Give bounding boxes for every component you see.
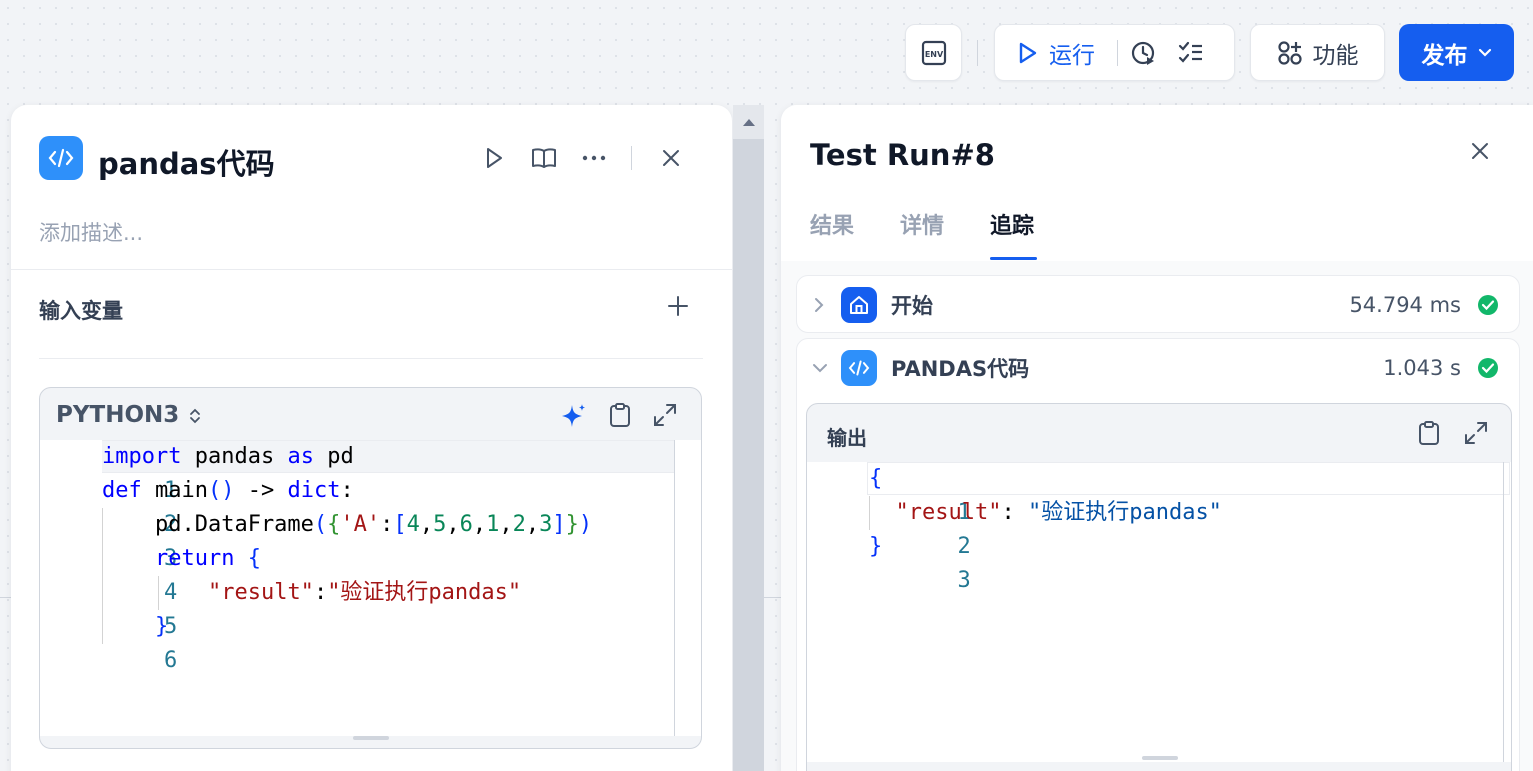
ai-sparkle-icon[interactable] — [560, 402, 588, 430]
more-icon — [582, 155, 606, 161]
trace-item-header[interactable]: PANDAS代码 1.043 s — [797, 339, 1521, 397]
trace-item-start[interactable]: 开始 54.794 ms — [796, 275, 1520, 333]
features-label: 功能 — [1312, 42, 1359, 69]
trace-item-pandas: PANDAS代码 1.043 s 输出 1 {2 "result": "验证执… — [796, 338, 1520, 771]
code-area[interactable]: 1 import pandas as pd 2 def main() -> dict… — [40, 440, 701, 736]
output-label: 输出 — [827, 426, 867, 450]
output-scroll-edge — [1503, 462, 1504, 762]
tab-trace[interactable]: 追踪 — [990, 208, 1034, 240]
clipboard-icon[interactable] — [1417, 420, 1441, 446]
trace-time: 54.794 ms — [1349, 293, 1461, 317]
divider — [11, 269, 732, 270]
chevron-down-icon — [1478, 48, 1491, 57]
plus-icon — [668, 296, 688, 316]
expand-icon[interactable] — [1463, 420, 1489, 446]
run-panel-header: Test Run#8 结果 详情 追踪 — [781, 105, 1533, 261]
caret-up-icon — [742, 119, 755, 126]
actions-divider — [631, 146, 632, 170]
book-icon — [532, 148, 556, 168]
node-panel: pandas代码 添加描述... 输入变量 PYTHON3 1 import p… — [11, 105, 732, 771]
code-line: 2 def main() -> dict: — [102, 478, 354, 537]
code-line: 4 return { — [154, 546, 261, 605]
active-tab-indicator — [990, 257, 1037, 260]
code-editor: PYTHON3 1 import pandas as pd 2 def main… — [39, 387, 702, 749]
env-button[interactable]: ENV — [905, 24, 962, 81]
output-line: 2 "result": "验证执行pandas" — [895, 500, 1222, 559]
editor-scroll-edge — [674, 440, 675, 736]
features-button[interactable]: 功能 — [1250, 24, 1385, 81]
toolbar-divider — [1117, 39, 1118, 66]
run-group: 运行 — [994, 24, 1235, 81]
close-panel-button[interactable] — [656, 143, 686, 173]
play-icon — [487, 148, 502, 168]
divider — [39, 358, 703, 359]
env-icon: ENV — [921, 40, 946, 65]
run-node-button[interactable] — [479, 143, 509, 173]
success-check-icon — [1478, 295, 1498, 315]
output-viewer: 输出 1{ 2 "result": "验证执行pandas" 3} — [806, 403, 1512, 771]
chevron-down-icon — [813, 364, 827, 373]
run-label: 运行 — [1049, 42, 1095, 69]
code-line: 6 } — [154, 614, 178, 673]
home-icon — [841, 287, 877, 323]
tab-detail[interactable]: 详情 — [900, 208, 944, 240]
description-input[interactable]: 添加描述... — [39, 217, 143, 247]
clipboard-icon[interactable] — [608, 402, 632, 428]
resize-handle[interactable] — [1142, 756, 1178, 760]
run-button[interactable]: 运行 — [1017, 36, 1095, 70]
close-icon — [663, 150, 679, 166]
code-line: 3 pd.DataFrame({'A':[4,5,6,1,2,3]}) — [102, 512, 593, 571]
language-label: PYTHON3 — [56, 402, 180, 428]
expand-icon[interactable] — [652, 402, 678, 428]
trace-name: 开始 — [891, 294, 933, 318]
add-variable-button[interactable] — [667, 295, 689, 321]
node-actions — [479, 143, 706, 173]
more-button[interactable] — [579, 143, 609, 173]
node-title[interactable]: pandas代码 — [98, 141, 275, 183]
scroll-up-button[interactable] — [733, 105, 764, 139]
close-run-panel-button[interactable] — [1471, 142, 1489, 164]
publish-button[interactable]: 发布 — [1399, 24, 1514, 81]
tab-result[interactable]: 结果 — [810, 208, 854, 240]
publish-label: 发布 — [1421, 42, 1468, 69]
play-icon — [1019, 42, 1037, 63]
chevron-right-icon — [815, 298, 824, 312]
editor-actions — [560, 402, 678, 430]
output-code-area[interactable]: 1{ 2 "result": "验证执行pandas" 3} — [807, 462, 1511, 762]
output-line: 1{ — [869, 466, 971, 525]
code-line: 5 "result":"验证执行pandas" — [163, 580, 522, 639]
resize-handle[interactable] — [353, 736, 389, 740]
input-variables-label: 输入变量 — [39, 299, 123, 323]
svg-text:ENV: ENV — [924, 50, 943, 59]
checklist-icon[interactable] — [1178, 40, 1204, 66]
code-line: 1 import pandas as pd — [102, 444, 354, 503]
features-icon — [1277, 40, 1302, 65]
panel-scrollbar[interactable] — [733, 105, 764, 771]
output-line: 3} — [869, 534, 971, 593]
output-actions — [1417, 420, 1489, 446]
toolbar-divider — [977, 40, 978, 66]
trace-time: 1.043 s — [1383, 356, 1461, 380]
run-panel: Test Run#8 结果 详情 追踪 开始 54.794 ms PANDAS代… — [781, 105, 1533, 771]
language-select[interactable]: PYTHON3 — [56, 402, 201, 428]
help-doc-button[interactable] — [529, 143, 559, 173]
sort-icon — [190, 408, 201, 423]
code-node-icon — [39, 136, 83, 180]
run-title: Test Run#8 — [810, 138, 995, 172]
close-icon — [1472, 143, 1488, 159]
history-icon[interactable] — [1130, 39, 1158, 67]
success-check-icon — [1478, 358, 1498, 378]
trace-name: PANDAS代码 — [891, 357, 1030, 381]
canvas-edge — [764, 597, 782, 598]
code-node-icon — [841, 350, 877, 386]
